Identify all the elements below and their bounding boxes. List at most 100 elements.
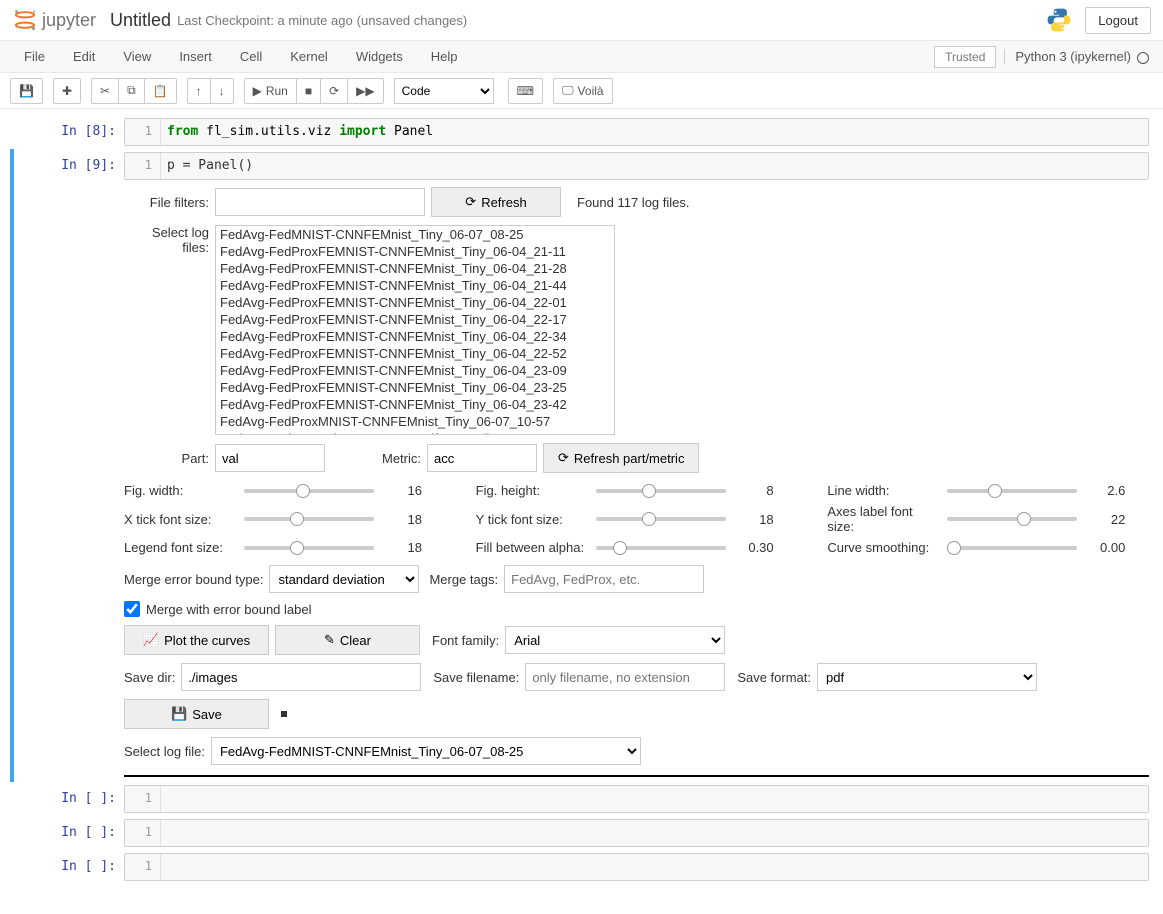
metric-input[interactable] (427, 444, 537, 472)
code-cell[interactable]: In [ ]:1 (14, 782, 1149, 816)
cell-type-select[interactable]: Code (394, 78, 494, 104)
restart-run-all-button[interactable]: ▶▶ (348, 78, 383, 104)
select-log-file-dropdown[interactable]: FedAvg-FedMNIST-CNNFEMnist_Tiny_06-07_08… (211, 737, 641, 765)
merge-error-bound-label: Merge error bound type: (124, 572, 263, 587)
clear-button[interactable]: ✎Clear (275, 625, 420, 655)
slider-axes-label-font-size-[interactable] (947, 517, 1077, 521)
menu-help[interactable]: Help (417, 43, 472, 70)
plot-curves-button[interactable]: 📈Plot the curves (124, 625, 269, 655)
slider-label: X tick font size: (124, 512, 234, 527)
menu-kernel[interactable]: Kernel (276, 43, 342, 70)
code-cell[interactable]: In [9]: 1 p = Panel() (10, 149, 1149, 183)
refresh-part-metric-button[interactable]: ⟳Refresh part/metric (543, 443, 699, 473)
copy-button[interactable]: ⧉ (119, 78, 145, 104)
code-cell[interactable]: In [8]: 1 from fl_sim.utils.viz import P… (14, 115, 1149, 149)
log-file-option[interactable]: FedAvg-FedProxFEMNIST-CNNFEMnist_Tiny_06… (216, 260, 614, 277)
python-icon (1045, 6, 1073, 34)
log-file-option[interactable]: FedAvg-FedProxFEMNIST-CNNFEMnist_Tiny_06… (216, 294, 614, 311)
log-file-option[interactable]: FedAvg-FedProxMNIST-CNNFEMnist_Tiny_06-0… (216, 413, 614, 430)
log-file-option[interactable]: FedAvg-FedProxFEMNIST-CNNFEMnist_Tiny_06… (216, 311, 614, 328)
interrupt-button[interactable]: ■ (297, 78, 321, 104)
code-cell[interactable]: In [ ]:1 (14, 816, 1149, 850)
slider-fig--height-[interactable] (596, 489, 726, 493)
move-down-button[interactable]: ↓ (211, 78, 234, 104)
move-up-button[interactable]: ↑ (187, 78, 211, 104)
code-input[interactable]: 1 from fl_sim.utils.viz import Panel (124, 118, 1149, 146)
merge-tags-input[interactable] (504, 565, 704, 593)
save-figure-button[interactable]: 💾Save (124, 699, 269, 729)
save-button[interactable]: 💾 (10, 78, 43, 104)
merge-error-bound-select[interactable]: standard deviation (269, 565, 419, 593)
menu-widgets[interactable]: Widgets (342, 43, 417, 70)
slider-line-width-[interactable] (947, 489, 1077, 493)
code-input[interactable]: 1 (124, 853, 1149, 881)
save-format-select[interactable]: pdf (817, 663, 1037, 691)
restart-button[interactable]: ⟳ (321, 78, 348, 104)
menu-view[interactable]: View (109, 43, 165, 70)
notebook-title[interactable]: Untitled (110, 10, 171, 31)
chart-icon: 📈 (143, 632, 159, 648)
code-input[interactable]: 1 p = Panel() (124, 152, 1149, 180)
line-number: 1 (125, 820, 161, 846)
logout-button[interactable]: Logout (1085, 7, 1151, 34)
slider-y-tick-font-size-[interactable] (596, 517, 726, 521)
select-log-files-label: Select log files: (124, 225, 209, 255)
insert-cell-button[interactable]: ✚ (53, 78, 81, 104)
slider-legend-font-size-[interactable] (244, 546, 374, 550)
kernel-name[interactable]: Python 3 (ipykernel) (1004, 49, 1153, 64)
log-file-option[interactable]: FedAvg-FedProxFEMNIST-CNNFEMnist_Tiny_06… (216, 379, 614, 396)
merge-checkbox-label: Merge with error bound label (146, 602, 311, 617)
menu-insert[interactable]: Insert (165, 43, 226, 70)
save-dir-input[interactable] (181, 663, 421, 691)
code-content[interactable] (161, 854, 1148, 880)
slider-label: Fig. height: (476, 483, 586, 498)
jupyter-logo[interactable]: jupyter (12, 7, 96, 33)
file-filters-input[interactable] (215, 188, 425, 216)
command-palette-button[interactable]: ⌨ (508, 78, 543, 104)
line-number: 1 (125, 854, 161, 880)
menu-file[interactable]: File (10, 43, 59, 70)
slider-value: 8 (736, 483, 774, 498)
input-prompt: In [ ]: (14, 785, 124, 813)
slider-fig--width-[interactable] (244, 489, 374, 493)
merge-error-bound-checkbox[interactable] (124, 601, 140, 617)
code-input[interactable]: 1 (124, 785, 1149, 813)
log-file-option[interactable]: FedAvg-FedProxFEMNIST-CNNFEMnist_Tiny_06… (216, 396, 614, 413)
font-family-label: Font family: (432, 633, 499, 648)
refresh-button[interactable]: ⟳Refresh (431, 187, 561, 217)
merge-tags-label: Merge tags: (429, 572, 498, 587)
code-content[interactable] (161, 786, 1148, 812)
separator (124, 775, 1149, 777)
voila-button[interactable]: 🖵 Voilà (553, 78, 613, 104)
slider-value: 18 (736, 512, 774, 527)
log-file-option[interactable]: FedAvg-FedProxFEMNIST-CNNFEMnist_Tiny_06… (216, 243, 614, 260)
code-input[interactable]: 1 (124, 819, 1149, 847)
paste-button[interactable]: 📋 (145, 78, 177, 104)
found-files-text: Found 117 log files. (577, 195, 690, 210)
menu-edit[interactable]: Edit (59, 43, 109, 70)
save-filename-input[interactable] (525, 663, 725, 691)
log-file-option[interactable]: FedAvg-FedMNIST-CNNFEMnist_Tiny_06-07_08… (216, 226, 614, 243)
log-file-option[interactable]: FedAvg-FedRotatedCIFAR10-CNNCifar_Small_… (216, 430, 614, 435)
select-log-file-label: Select log file: (124, 744, 205, 759)
code-content[interactable] (161, 820, 1148, 846)
log-file-option[interactable]: FedAvg-FedProxFEMNIST-CNNFEMnist_Tiny_06… (216, 277, 614, 294)
refresh-icon: ⟳ (465, 194, 476, 210)
part-input[interactable] (215, 444, 325, 472)
trusted-indicator[interactable]: Trusted (934, 46, 996, 68)
code-content[interactable]: p = Panel() (161, 153, 1148, 179)
code-content[interactable]: from fl_sim.utils.viz import Panel (161, 119, 1148, 145)
code-cell[interactable]: In [ ]:1 (14, 850, 1149, 884)
unsaved-status: (unsaved changes) (357, 13, 468, 28)
run-button[interactable]: ▶ Run (244, 78, 297, 104)
menu-cell[interactable]: Cell (226, 43, 276, 70)
log-file-option[interactable]: FedAvg-FedProxFEMNIST-CNNFEMnist_Tiny_06… (216, 362, 614, 379)
log-file-option[interactable]: FedAvg-FedProxFEMNIST-CNNFEMnist_Tiny_06… (216, 345, 614, 362)
slider-fill-between-alpha-[interactable] (596, 546, 726, 550)
log-files-listbox[interactable]: FedAvg-FedMNIST-CNNFEMnist_Tiny_06-07_08… (215, 225, 615, 435)
log-file-option[interactable]: FedAvg-FedProxFEMNIST-CNNFEMnist_Tiny_06… (216, 328, 614, 345)
font-family-select[interactable]: Arial (505, 626, 725, 654)
slider-curve-smoothing-[interactable] (947, 546, 1077, 550)
cut-button[interactable]: ✂ (91, 78, 119, 104)
slider-x-tick-font-size-[interactable] (244, 517, 374, 521)
